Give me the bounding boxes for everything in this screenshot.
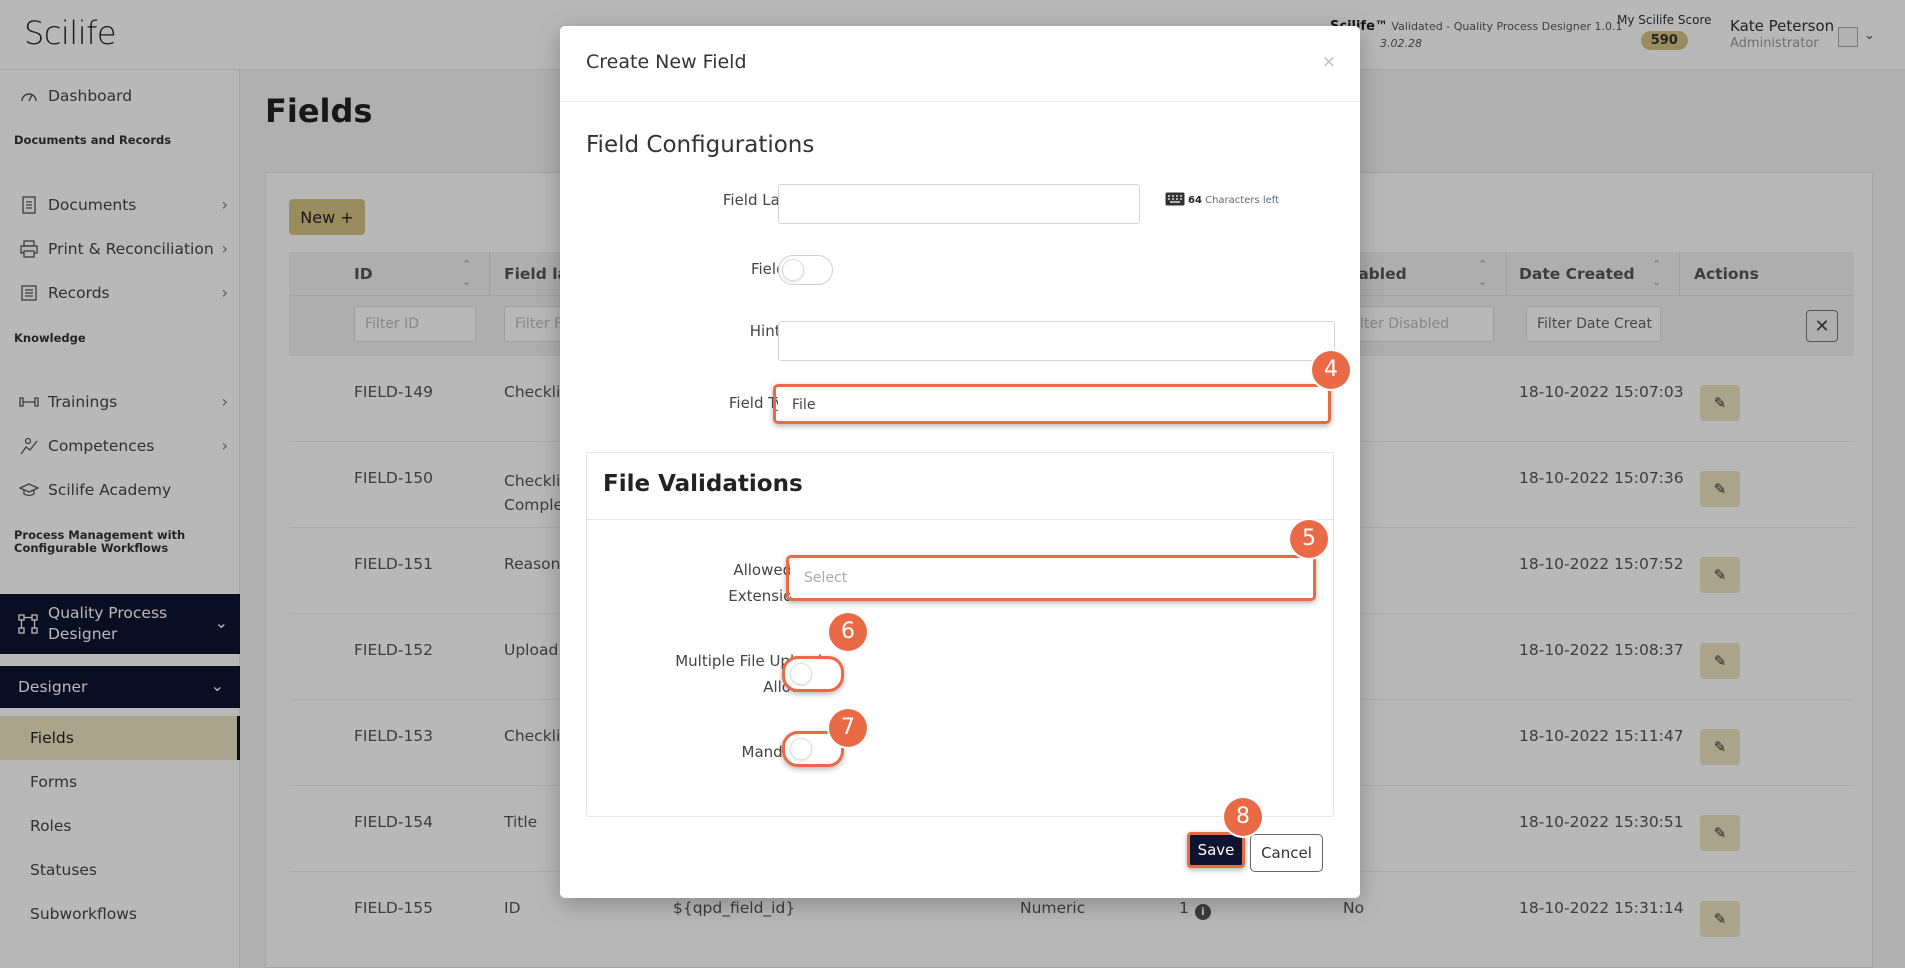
hint-text-input[interactable] [778,321,1335,361]
step-badge-6: 6 [829,613,867,651]
close-icon[interactable]: × [1322,52,1336,72]
multiple-upload-toggle[interactable] [782,656,844,692]
step-badge-4: 4 [1312,351,1350,389]
characters-text: Characters left [1205,195,1280,206]
characters-left: 64 Characters left [1165,192,1279,206]
modal-header: Create New Field × [560,26,1360,102]
create-field-modal: Create New Field × Field Configurations … [560,26,1360,898]
file-validations-title: File Validations [603,471,803,497]
save-button[interactable]: Save [1187,832,1245,868]
modal-title: Create New Field [586,51,747,73]
highlight-allowed-extensions [786,555,1316,601]
highlight-field-type [773,384,1331,424]
step-badge-8: 8 [1224,798,1262,836]
section-title-field-configurations: Field Configurations [586,132,815,158]
step-badge-7: 7 [829,709,867,747]
field-set-toggle[interactable] [778,255,833,285]
characters-count: 64 [1188,195,1202,206]
step-badge-5: 5 [1290,520,1328,558]
keyboard-icon [1165,192,1185,206]
file-validations-header: File Validations [587,453,1333,520]
field-label-input[interactable] [778,184,1140,224]
cancel-button[interactable]: Cancel [1250,834,1323,872]
